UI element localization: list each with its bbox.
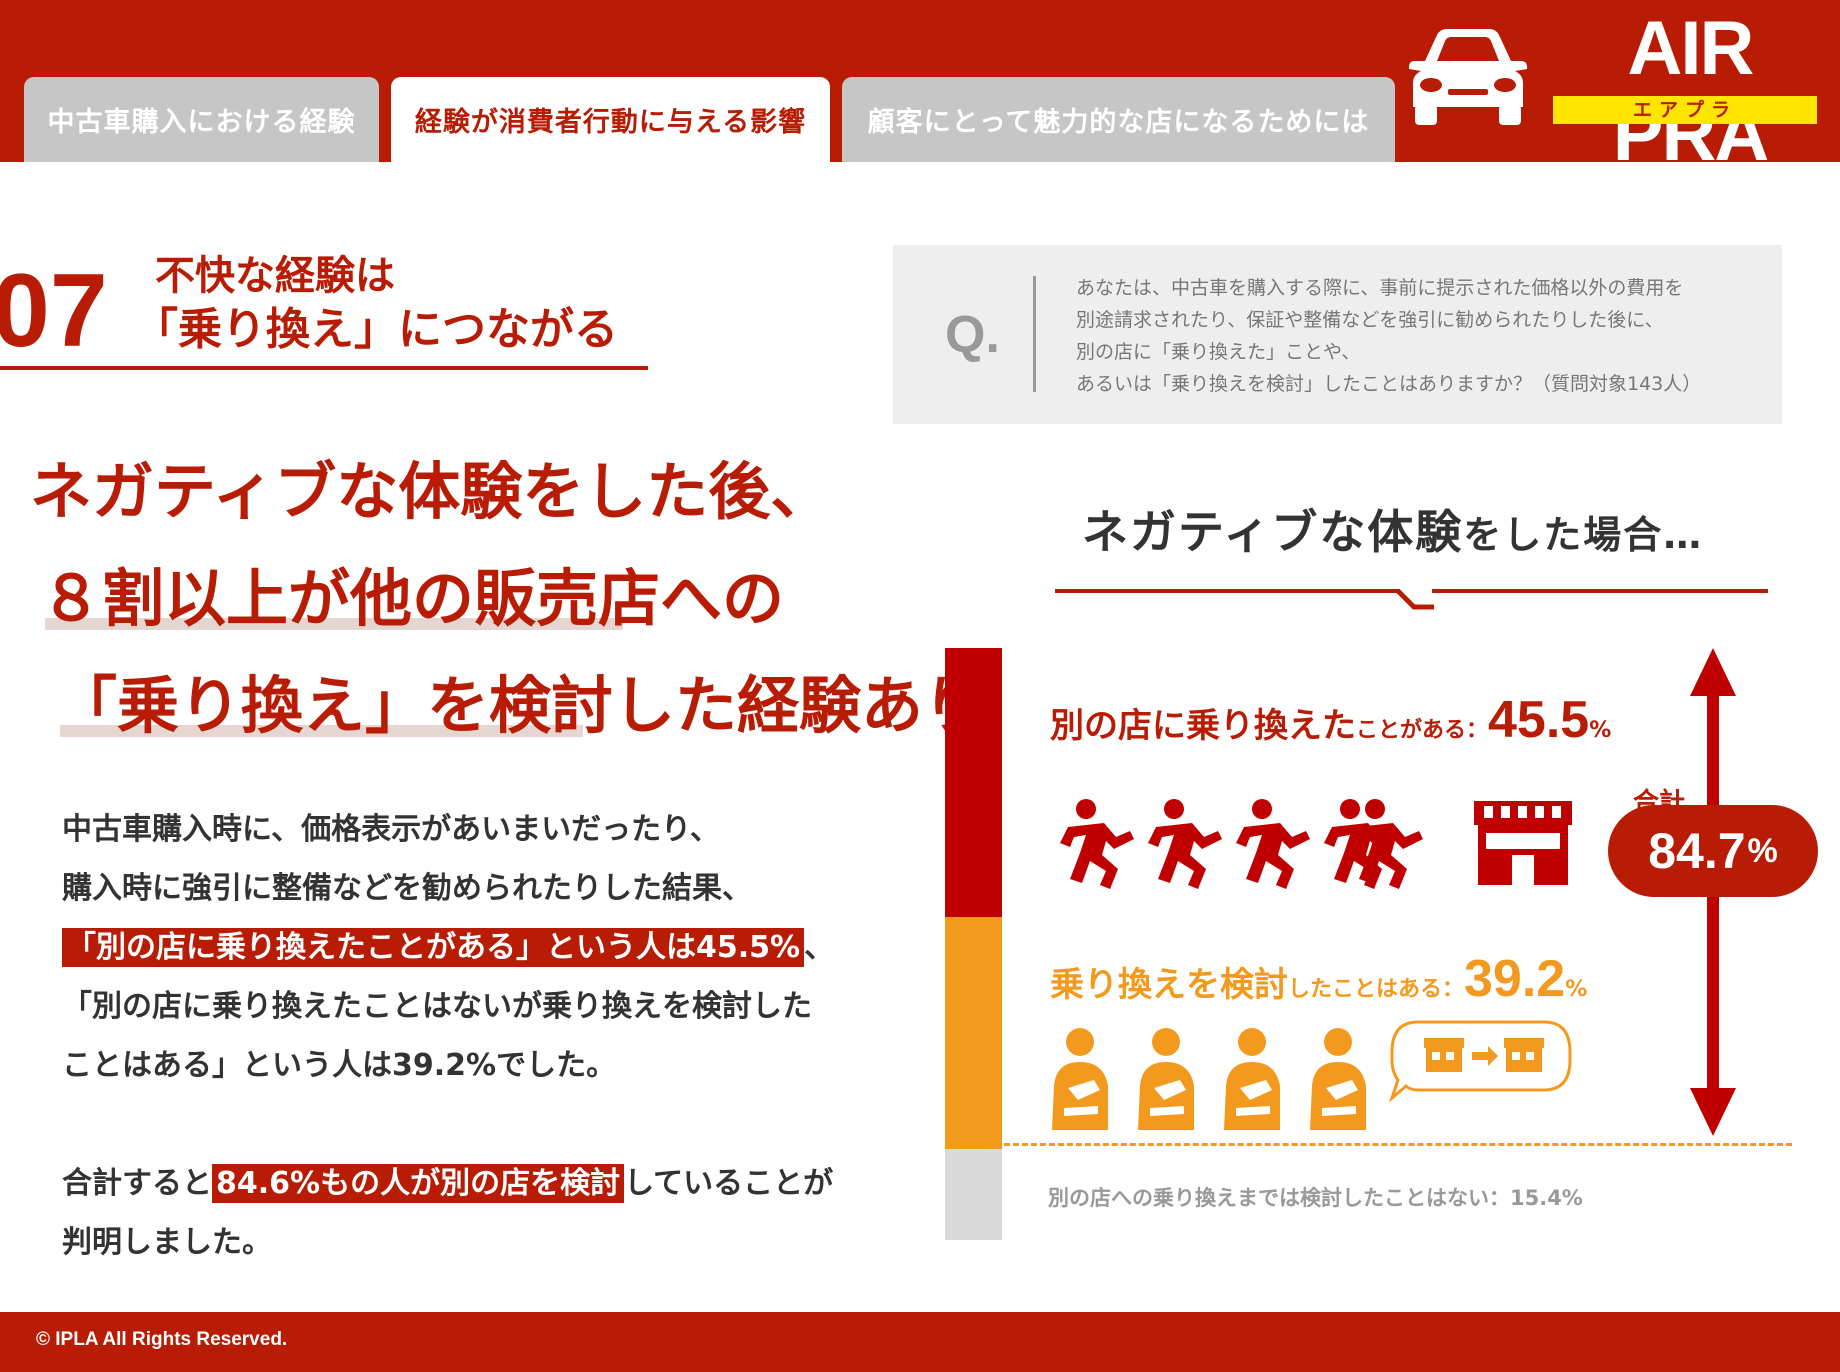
question-box: Q. あなたは、中古車を購入する際に、事前に提示された価格以外の費用を 別途請求… bbox=[893, 245, 1782, 424]
headline-line1: ネガティブな体験をした後、 bbox=[30, 455, 833, 528]
bar-none bbox=[945, 1149, 1002, 1240]
section-title-line2: 「乗り換え」につながる bbox=[134, 304, 618, 355]
running-person-icon bbox=[1349, 799, 1423, 889]
store-switch-icon bbox=[1388, 1020, 1572, 1103]
running-person-icon bbox=[1076, 799, 1096, 819]
label-switched: 別の店に乗り換えたことがある：45.5% bbox=[1050, 691, 1612, 749]
label-considered: 乗り換えを検討したことはある：39.2% bbox=[1050, 950, 1588, 1008]
body-line7: 判明しました。 bbox=[62, 1225, 272, 1260]
question-line2: 別途請求されたり、保証や整備などを強引に勧められたりした後に、 bbox=[1076, 309, 1664, 331]
store-icon bbox=[1474, 801, 1572, 885]
section-title-line1: 不快な経験は bbox=[155, 253, 395, 299]
footer: © IPLA All Rights Reserved. bbox=[0, 1312, 1840, 1372]
car-icon bbox=[1409, 29, 1527, 125]
bar-considered bbox=[945, 917, 1002, 1149]
tab-consumer-behavior[interactable]: 経験が消費者行動に与える影響 bbox=[391, 77, 830, 162]
body-line3: 「別の店に乗り換えたことがある」という人は45.5%、 bbox=[62, 928, 834, 968]
speech-pointer bbox=[1396, 589, 1434, 610]
logo-subtitle: エアプラ bbox=[1553, 96, 1817, 124]
body-line2: 購入時に強引に整備などを勧められたりした結果、 bbox=[62, 871, 752, 906]
headline-line3: 「乗り換え」を検討した経験あり bbox=[55, 669, 986, 742]
dashed-divider bbox=[1004, 1143, 1792, 1146]
question-mark: Q. bbox=[945, 306, 1000, 364]
chart-title-rule-right bbox=[1432, 589, 1768, 593]
tab-attractive-store[interactable]: 顧客にとって魅力的な店になるためには bbox=[842, 77, 1395, 162]
body-line1: 中古車購入時に、価格表示があいまいだったり、 bbox=[62, 812, 720, 847]
header-bar: 中古車購入における経験 経験が消費者行動に与える影響 顧客にとって魅力的な店にな… bbox=[0, 0, 1840, 177]
question-line4: あるいは「乗り換えを検討」したことはありますか？（質問対象143人） bbox=[1076, 373, 1702, 395]
chart-title-rule-left bbox=[1055, 589, 1400, 593]
headline-line2: ８割以上が他の販売店への bbox=[40, 562, 785, 635]
highlight-total: 84.6%もの人が別の店を検討 bbox=[212, 1164, 625, 1203]
body-line5: ことはある」という人は39.2%でした。 bbox=[62, 1048, 617, 1083]
copyright: © IPLA All Rights Reserved. bbox=[36, 1329, 288, 1350]
thinking-people-group bbox=[1052, 1028, 1366, 1130]
total-badge: 84.7% bbox=[1608, 805, 1818, 897]
question-line1: あなたは、中古車を購入する際に、事前に提示された価格以外の費用を bbox=[1076, 277, 1684, 299]
label-none: 別の店への乗り換えまでは検討したことはない：15.4% bbox=[1048, 1186, 1583, 1210]
question-divider bbox=[1033, 276, 1036, 392]
highlight-switched: 「別の店に乗り換えたことがある」という人は45.5% bbox=[62, 928, 805, 967]
body-line4: 「別の店に乗り換えたことはないが乗り換えを検討した bbox=[62, 989, 812, 1024]
bar-switched bbox=[945, 648, 1002, 917]
tab-used-car-experience[interactable]: 中古車購入における経験 bbox=[24, 77, 379, 162]
title-underline bbox=[0, 366, 648, 370]
logo-text: AIR PRA bbox=[1612, 6, 1769, 177]
question-line3: 別の店に「乗り換えた」ことや、 bbox=[1076, 341, 1361, 363]
body-line6: 合計すると 84.6%もの人が別の店を検討 していることが bbox=[62, 1164, 834, 1203]
section-number: 07 bbox=[0, 253, 108, 369]
chart-title: ネガティブな体験をした場合… bbox=[1082, 505, 1704, 559]
